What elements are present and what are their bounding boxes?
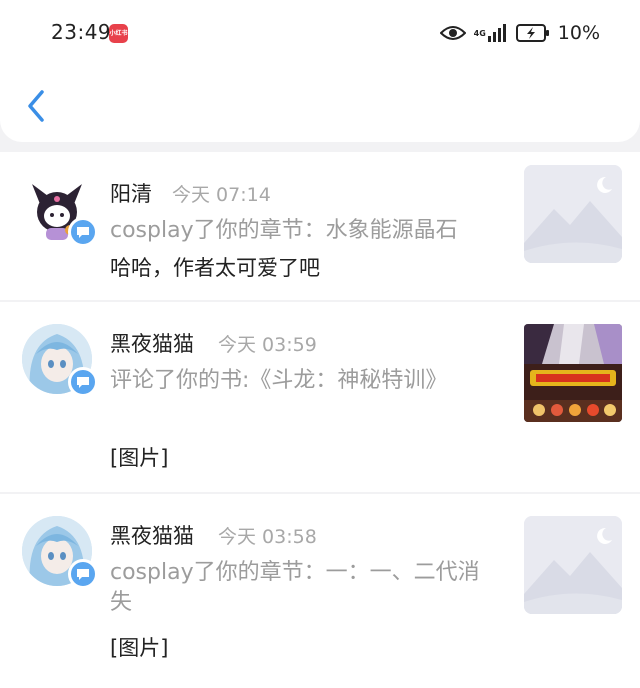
timestamp: 今天 03:58 (218, 526, 317, 548)
book-cover-icon (524, 324, 622, 422)
battery-icon (515, 24, 549, 42)
action-text: cosplay了你的章节：水象能源晶石 (110, 218, 458, 243)
notification-list: 阳清 今天 07:14 cosplay了你的章节：水象能源晶石 哈哈，作者太可爱… (0, 142, 640, 688)
app-notification-badge: 小红书 (109, 24, 128, 43)
status-time: 23:49 (51, 20, 112, 44)
network-type: 4G (473, 28, 486, 38)
user-name[interactable]: 阳清 (110, 178, 152, 208)
avatar[interactable] (22, 174, 98, 247)
book-cover-image[interactable] (524, 324, 622, 422)
comment-bubble-icon (68, 367, 98, 397)
user-name[interactable]: 黑夜猫猫 (110, 328, 194, 358)
top-bar: 23:49 小红书 4G 10% (0, 0, 640, 142)
battery-level: 10% (557, 22, 600, 44)
mountain-placeholder-icon (524, 165, 622, 263)
comment-bubble-icon (68, 559, 98, 589)
status-icons: 4G 10% (439, 20, 600, 46)
timestamp: 今天 07:14 (172, 184, 271, 206)
action-text: cosplay了你的章节：一：一、二代消失 (110, 560, 480, 615)
action-text: 评论了你的书:《斗龙：神秘特训》 (110, 368, 448, 393)
avatar[interactable] (22, 516, 98, 589)
notification-item[interactable]: 黑夜猫猫 今天 03:58 cosplay了你的章节：一：一、二代消失 [图片] (0, 494, 640, 688)
thumbnail-image[interactable] (524, 165, 622, 263)
comment-content: 哈哈，作者太可爱了吧 (110, 256, 320, 280)
notification-item[interactable]: 阳清 今天 07:14 cosplay了你的章节：水象能源晶石 哈哈，作者太可爱… (0, 152, 640, 300)
comment-content: [图片] (110, 636, 169, 660)
avatar[interactable] (22, 324, 98, 397)
chevron-left-icon[interactable] (22, 86, 50, 126)
mountain-placeholder-icon (524, 516, 622, 614)
eye-icon (439, 26, 466, 40)
comment-bubble-icon (68, 217, 98, 247)
thumbnail-image[interactable] (524, 516, 622, 614)
timestamp: 今天 03:59 (218, 334, 317, 356)
notification-item[interactable]: 黑夜猫猫 今天 03:59 评论了你的书:《斗龙：神秘特训》 [图片] (0, 302, 640, 492)
signal-group: 4G (474, 24, 508, 42)
signal-icon (487, 24, 506, 42)
comment-content: [图片] (110, 446, 169, 470)
user-name[interactable]: 黑夜猫猫 (110, 520, 194, 550)
